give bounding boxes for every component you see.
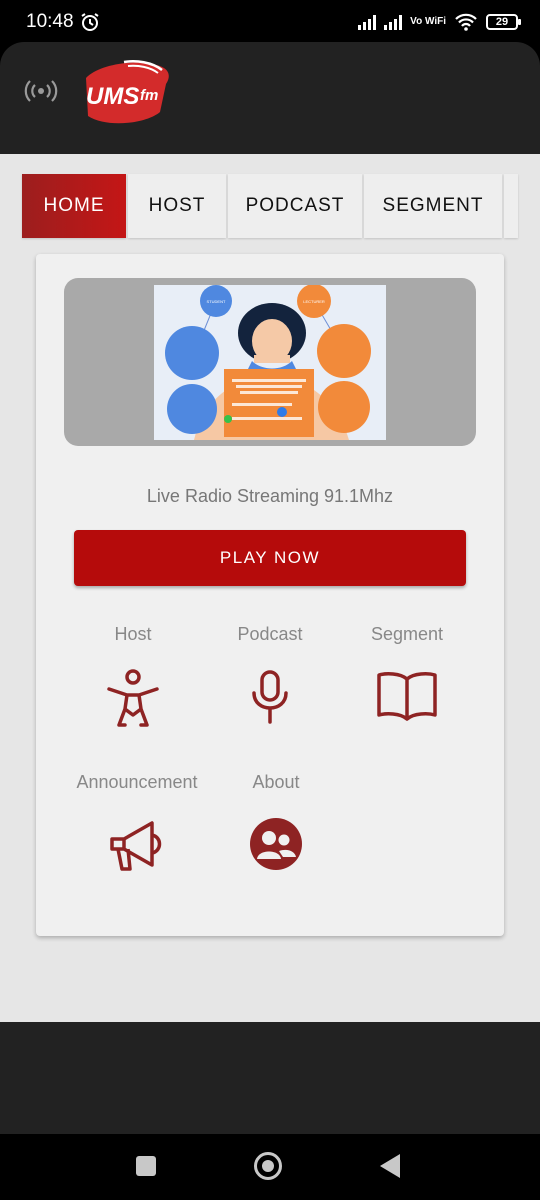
- menu-segment-label: Segment: [370, 624, 444, 644]
- menu-podcast[interactable]: Podcast: [208, 624, 332, 725]
- tab-host[interactable]: HOST: [128, 174, 226, 238]
- menu-segment[interactable]: Segment: [344, 624, 470, 723]
- banner-student-label: STUDENT: [207, 299, 226, 304]
- menu-podcast-label: Podcast: [237, 624, 303, 644]
- play-now-button[interactable]: PLAY NOW: [74, 530, 466, 586]
- status-icons: Vo WiFi 29: [358, 13, 521, 31]
- vowifi-label: Vo WiFi: [410, 16, 446, 27]
- tab-podcast[interactable]: PODCAST: [228, 174, 362, 238]
- book-open-icon: [377, 672, 437, 721]
- signal-icon-2: [384, 14, 403, 30]
- recent-apps-icon[interactable]: [136, 1156, 156, 1176]
- menu-announcement-label: Announcement: [76, 772, 198, 792]
- menu-announcement[interactable]: Announcement: [64, 772, 210, 873]
- tab-segment[interactable]: SEGMENT: [364, 174, 502, 238]
- status-time: 10:48: [26, 11, 74, 32]
- banner-illustration: STUDENT LECTURER: [154, 285, 386, 440]
- banner-image: STUDENT LECTURER: [154, 285, 386, 440]
- svg-text:fm: fm: [140, 87, 158, 104]
- banner-lecturer-label: LECTURER: [303, 299, 325, 304]
- accessibility-icon: [107, 669, 159, 727]
- group-icon: [250, 818, 302, 870]
- menu-host-label: Host: [114, 624, 152, 644]
- tab-bar: HOME HOST PODCAST SEGMENT: [22, 174, 520, 240]
- tab-home[interactable]: HOME: [22, 174, 126, 238]
- mini-player-area: [0, 1022, 540, 1134]
- microphone-icon: [252, 670, 288, 724]
- broadcast-icon[interactable]: [24, 77, 58, 105]
- app-header: UMS fm: [0, 42, 540, 154]
- home-icon[interactable]: [254, 1152, 282, 1180]
- menu-about-label: About: [252, 772, 300, 792]
- status-bar: 10:48 Vo WiFi 29: [0, 0, 540, 44]
- system-nav-bar: [0, 1134, 540, 1200]
- menu-about[interactable]: About: [222, 772, 330, 871]
- signal-icon: [358, 14, 377, 30]
- menu-host[interactable]: Host: [72, 624, 194, 729]
- banner-frame: STUDENT LECTURER: [64, 278, 476, 446]
- back-icon[interactable]: [380, 1154, 400, 1178]
- megaphone-icon: [110, 821, 162, 871]
- content-area: HOME HOST PODCAST SEGMENT STUDENT LECTUR…: [0, 154, 540, 1022]
- ums-fm-logo: UMS fm: [86, 60, 169, 124]
- stream-text: Live Radio Streaming 91.1Mhz: [146, 486, 394, 506]
- battery-icon: 29: [486, 14, 521, 30]
- alarm-icon: [80, 13, 99, 31]
- tab-more[interactable]: [504, 174, 518, 238]
- svg-text:UMS: UMS: [86, 83, 139, 110]
- home-card: STUDENT LECTURER Live Radio Streaming 91…: [36, 254, 504, 936]
- wifi-icon: [455, 13, 477, 31]
